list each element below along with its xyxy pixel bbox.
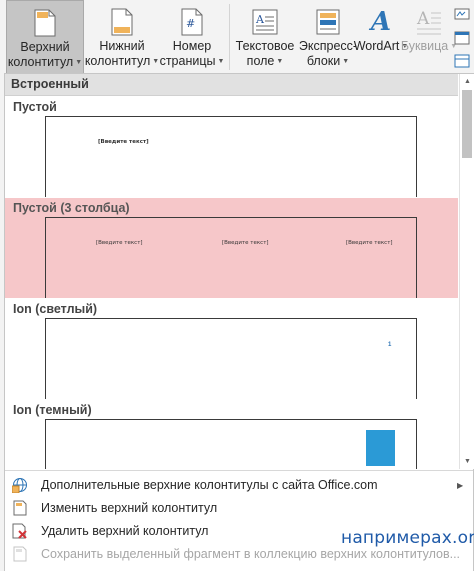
page-number: 1 xyxy=(388,342,392,348)
header-gallery-panel: Встроенный Пустой [Введите текст] Пустой… xyxy=(4,73,474,571)
edit-header-icon xyxy=(5,500,35,516)
header-button-label-1: Верхний xyxy=(20,40,70,54)
menu-item-label: Дополнительные верхние колонтитулы с сай… xyxy=(41,478,378,492)
gallery-item-title: Пустой xyxy=(13,100,57,114)
header-page-icon xyxy=(34,8,56,38)
scroll-down-icon[interactable]: ▼ xyxy=(460,454,474,468)
placeholder-text-right: [Введите текст] xyxy=(346,240,393,246)
footer-button-label-1: Нижний xyxy=(99,39,145,53)
ribbon-separator xyxy=(229,4,230,70)
footer-page-icon xyxy=(111,7,133,37)
remove-header-icon xyxy=(5,523,35,539)
save-selection-icon xyxy=(5,546,35,562)
header-menu: Дополнительные верхние колонтитулы с сай… xyxy=(5,470,473,571)
header-preview xyxy=(45,419,417,469)
gallery-scrollbar[interactable]: ▲ ▼ xyxy=(459,74,474,469)
chevron-down-icon: ▼ xyxy=(276,58,284,65)
menu-item-label: Сохранить выделенный фрагмент в коллекци… xyxy=(41,547,461,561)
page-number-button[interactable]: # Номер страницы ▼ xyxy=(160,0,224,74)
drop-cap-icon: A xyxy=(416,7,442,37)
svg-text:A: A xyxy=(255,13,265,26)
chevron-down-icon: ▼ xyxy=(217,58,225,65)
submenu-arrow-icon: ▶ xyxy=(457,480,464,490)
menu-item-label: Изменить верхний колонтитул xyxy=(41,501,218,515)
gallery-item-title: Пустой (3 столбца) xyxy=(13,201,130,215)
page-number-label-2: страницы xyxy=(159,54,216,68)
quick-parts-label-2: блоки xyxy=(306,54,341,68)
drop-cap-label: Буквица ▼ xyxy=(400,39,458,53)
quick-parts-label-1: Экспресс- xyxy=(298,39,358,53)
page-number-icon: # xyxy=(181,7,203,37)
menu-item-more-headers[interactable]: Дополнительные верхние колонтитулы с сай… xyxy=(5,474,473,496)
text-box-label-2: поле xyxy=(246,54,275,68)
signature-line-icon[interactable] xyxy=(454,6,470,27)
header-preview: [Введите текст] [Введите текст] [Введите… xyxy=(45,217,417,298)
date-time-icon[interactable] xyxy=(454,30,470,51)
gallery-item-blank-3-columns[interactable]: Пустой (3 столбца) [Введите текст] [Введ… xyxy=(5,198,458,298)
placeholder-text-left: [Введите текст] xyxy=(96,240,143,246)
gallery-item-ion-light[interactable]: Ion (светлый) 1 xyxy=(5,299,458,399)
ribbon: Верхний колонтитул ▼ Нижний колонтитул ▼ #… xyxy=(0,0,474,74)
footer-button[interactable]: Нижний колонтитул ▼ xyxy=(84,0,160,74)
drop-cap-button[interactable]: A Буквица ▼ xyxy=(401,0,457,74)
header-preview: 1 xyxy=(45,318,417,399)
quick-parts-button[interactable]: Экспресс- блоки ▼ xyxy=(299,0,357,74)
quick-parts-icon xyxy=(316,7,340,37)
gallery-item-title: Ion (светлый) xyxy=(13,302,98,316)
object-icon[interactable] xyxy=(454,53,470,74)
office-globe-icon xyxy=(5,477,35,493)
text-box-icon: A xyxy=(252,7,278,37)
header-preview: [Введите текст] xyxy=(45,116,417,197)
placeholder-text: [Введите текст] xyxy=(98,139,149,145)
placeholder-text-center: [Введите текст] xyxy=(222,240,269,246)
svg-text:A: A xyxy=(416,9,430,29)
page-number-block xyxy=(366,430,395,466)
text-box-label-1: Текстовое xyxy=(235,39,295,53)
wordart-icon: A xyxy=(370,7,392,37)
chevron-down-icon: ▼ xyxy=(152,58,160,65)
footer-button-label-2: колонтитул xyxy=(84,54,151,68)
menu-item-edit-header[interactable]: Изменить верхний колонтитул xyxy=(5,497,473,519)
header-button-label-2: колонтитул xyxy=(7,55,74,69)
text-box-button[interactable]: A Текстовое поле ▼ xyxy=(233,0,297,74)
scrollbar-thumb[interactable] xyxy=(462,90,472,158)
svg-text:#: # xyxy=(186,17,195,30)
chevron-down-icon: ▼ xyxy=(75,59,83,66)
chevron-down-icon: ▼ xyxy=(342,58,350,65)
menu-item-label: Удалить верхний колонтитул xyxy=(41,524,209,538)
scroll-up-icon[interactable]: ▲ xyxy=(460,74,474,88)
gallery-item-ion-dark[interactable]: Ion (темный) xyxy=(5,400,458,469)
section-header: Встроенный xyxy=(5,74,458,96)
watermark: напримерах.org xyxy=(341,528,474,548)
page-number-label-1: Номер xyxy=(172,39,212,53)
gallery-item-blank[interactable]: Пустой [Введите текст] xyxy=(5,97,458,197)
header-button[interactable]: Верхний колонтитул ▼ xyxy=(6,0,84,74)
wordart-button[interactable]: A WordArt ▼ xyxy=(354,0,409,74)
gallery-item-title: Ion (темный) xyxy=(13,403,92,417)
